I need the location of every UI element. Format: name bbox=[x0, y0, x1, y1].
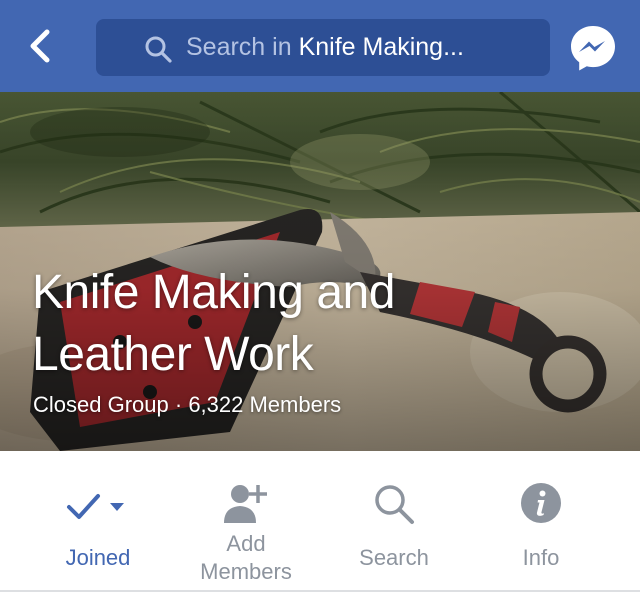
search-label: Search bbox=[359, 545, 429, 570]
meta-separator: · bbox=[168, 392, 189, 417]
group-title: Knife Making and Leather Work bbox=[32, 262, 592, 386]
search-placeholder-group: Knife Making... bbox=[298, 33, 464, 61]
group-action-bar: Joined Add Members Search Info bbox=[0, 451, 640, 595]
divider bbox=[0, 590, 640, 592]
top-nav-bar: Search in Knife Making... bbox=[0, 0, 640, 92]
checkmark-icon bbox=[67, 494, 124, 519]
joined-label: Joined bbox=[65, 545, 131, 570]
group-search-input[interactable]: Search in Knife Making... bbox=[96, 19, 550, 76]
messenger-button[interactable] bbox=[568, 23, 618, 73]
group-title-line-1: Knife Making and bbox=[32, 266, 395, 319]
add-person-icon bbox=[224, 485, 267, 523]
member-count: 6,322 Members bbox=[188, 392, 342, 417]
group-meta: Closed Group · 6,322 Members bbox=[33, 392, 341, 418]
group-privacy: Closed Group bbox=[33, 392, 169, 417]
search-icon bbox=[145, 36, 172, 63]
joined-button[interactable]: Joined bbox=[24, 451, 172, 591]
add-members-label-line-2: Members bbox=[200, 559, 292, 584]
info-button[interactable]: Info bbox=[467, 451, 615, 591]
chevron-left-icon bbox=[30, 29, 50, 63]
messenger-icon bbox=[571, 26, 615, 71]
search-icon bbox=[375, 485, 414, 524]
info-label: Info bbox=[522, 545, 560, 570]
group-cover-photo: Knife Making and Leather Work Closed Gro… bbox=[0, 92, 640, 451]
add-members-label-line-1: Add bbox=[226, 531, 266, 556]
info-icon bbox=[521, 483, 561, 523]
search-placeholder-prefix: Search in bbox=[186, 33, 299, 61]
chevron-down-icon bbox=[110, 503, 124, 511]
add-members-button[interactable]: Add Members bbox=[172, 451, 320, 591]
search-button[interactable]: Search bbox=[320, 451, 468, 591]
back-button[interactable] bbox=[22, 26, 62, 66]
group-title-line-2: Leather Work bbox=[32, 328, 314, 381]
search-placeholder: Search in Knife Making... bbox=[186, 19, 464, 76]
